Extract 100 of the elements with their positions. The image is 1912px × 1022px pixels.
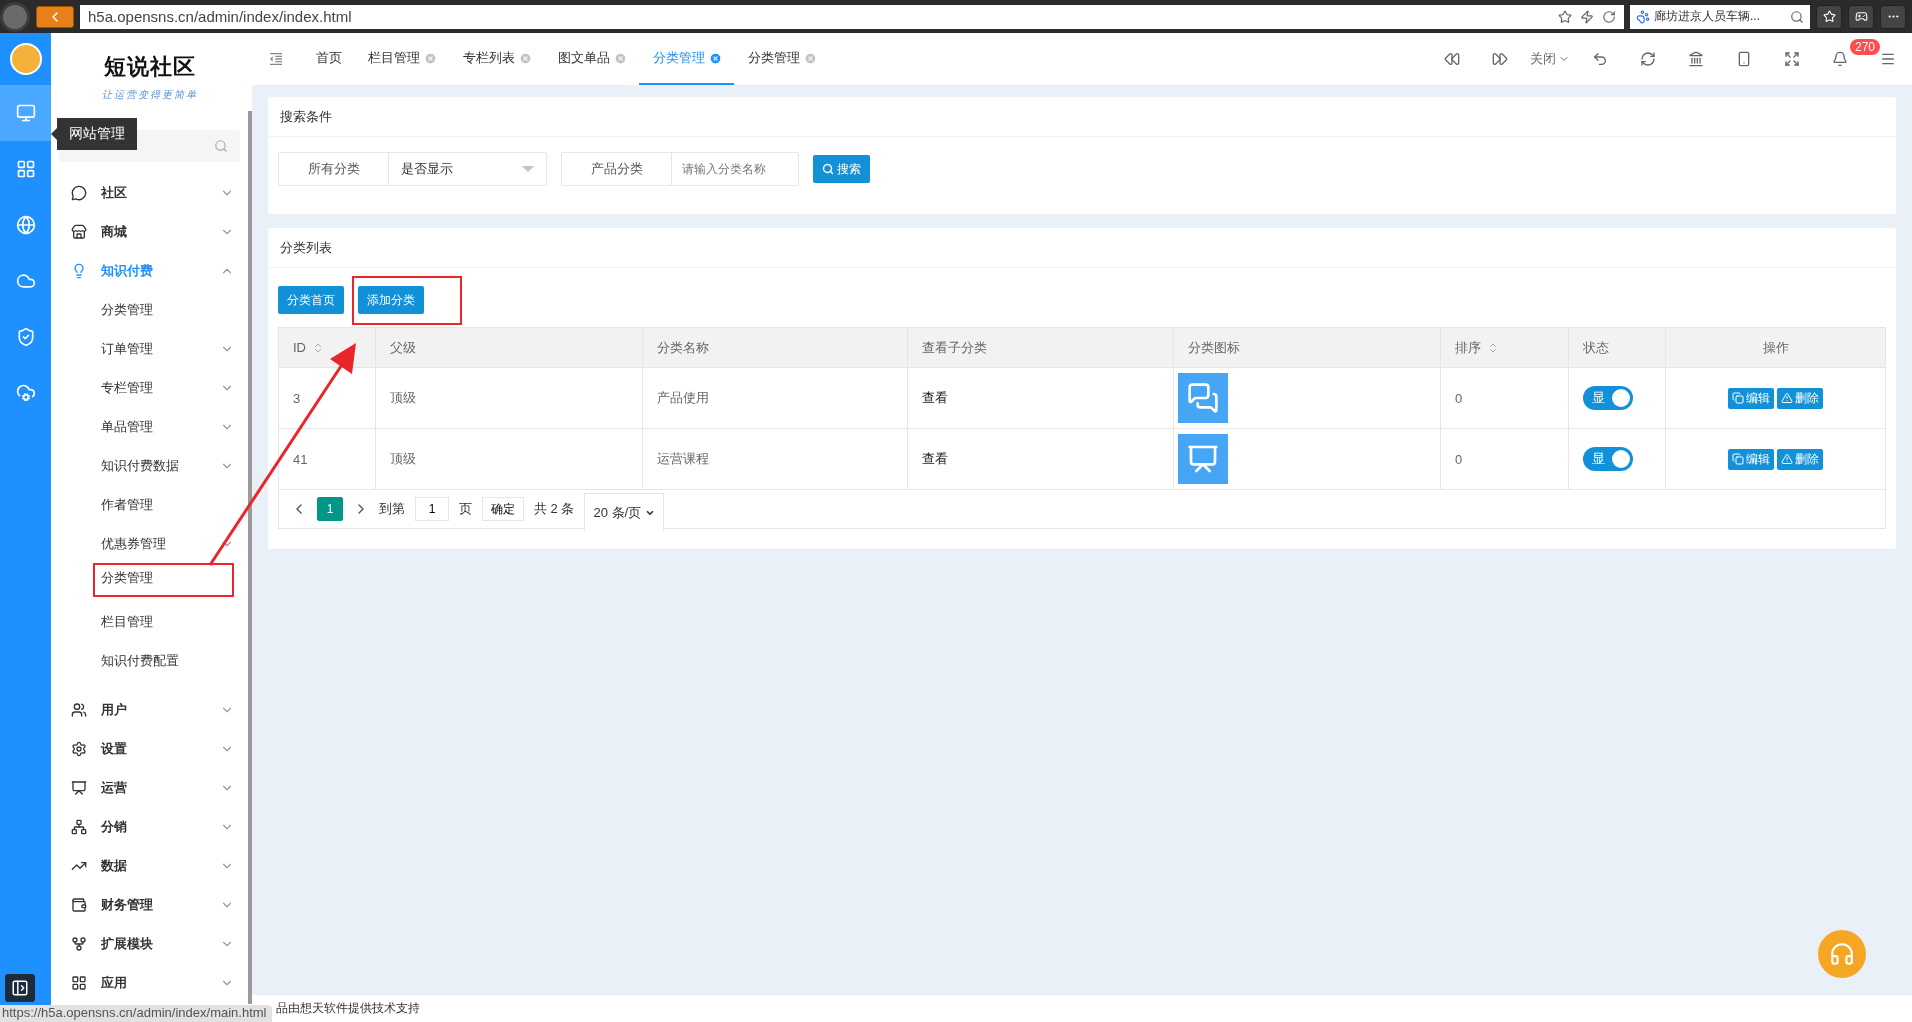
- globe-icon: [15, 215, 36, 235]
- tab[interactable]: 图文单品: [544, 33, 639, 85]
- favorites-button[interactable]: [1816, 4, 1842, 29]
- submenu-item[interactable]: 专栏管理: [51, 368, 248, 407]
- copy-icon: [1732, 392, 1744, 404]
- page-button[interactable]: 1: [317, 497, 343, 521]
- submenu-item[interactable]: 分类管理: [51, 290, 248, 329]
- cloud-icon: [15, 271, 36, 291]
- table-cell: 顶级: [376, 429, 643, 489]
- menu-item[interactable]: 分销: [51, 807, 248, 846]
- menu-item[interactable]: 应用: [51, 963, 248, 1002]
- refresh-icon: [1640, 51, 1656, 67]
- presentation-icon: [1178, 434, 1228, 484]
- close-icon[interactable]: [804, 51, 817, 65]
- confirm-button[interactable]: 确定: [482, 497, 524, 521]
- view-link[interactable]: 查看: [922, 389, 948, 407]
- phone-icon: [1736, 51, 1752, 67]
- submenu-item[interactable]: 单品管理: [51, 407, 248, 446]
- bookmark-icon[interactable]: [1558, 9, 1572, 24]
- browser-search-field[interactable]: 廊坊进京人员车辆...: [1630, 4, 1810, 29]
- column-header: 分类图标: [1174, 328, 1441, 367]
- sort-icon[interactable]: [1487, 341, 1499, 354]
- footer-text: 品由想天软件提供技术支持: [276, 1000, 420, 1017]
- headset-icon: [1829, 941, 1855, 967]
- menu-item[interactable]: 财务管理: [51, 885, 248, 924]
- table-cell: 产品使用: [643, 368, 908, 428]
- page-unit-label: 页: [459, 500, 472, 518]
- logo-slogan: 让运营变得更简单: [101, 87, 198, 102]
- tab[interactable]: 专栏列表: [449, 33, 544, 85]
- close-menu-button[interactable]: 关闭: [1524, 33, 1576, 85]
- submenu-item[interactable]: 作者管理: [51, 485, 248, 524]
- back-button[interactable]: [36, 5, 74, 28]
- reload-icon[interactable]: [1602, 9, 1616, 24]
- submenu-item[interactable]: 优惠券管理: [51, 524, 248, 563]
- panel-open-icon: [11, 979, 29, 997]
- tooltip: 网站管理: [51, 118, 137, 150]
- table-cell: 顶级: [376, 368, 643, 428]
- menu-item[interactable]: 设置: [51, 729, 248, 768]
- submenu-item[interactable]: 栏目管理: [51, 602, 248, 641]
- category-select[interactable]: 所有分类 是否显示: [278, 152, 547, 186]
- address-bar[interactable]: h5a.opensns.cn/admin/index/index.html: [80, 4, 1624, 29]
- menu-item[interactable]: 用户: [51, 690, 248, 729]
- column-header[interactable]: 排序: [1441, 328, 1569, 367]
- page-size-select[interactable]: 20 条/页: [584, 493, 665, 531]
- submenu-label: 分类管理: [101, 569, 154, 587]
- warning-icon: [1781, 453, 1793, 465]
- monitor-icon: [15, 103, 36, 123]
- search-text: 廊坊进京人员车辆...: [1654, 8, 1760, 25]
- menu-item[interactable]: 商城: [51, 212, 248, 251]
- star-icon: [1822, 10, 1836, 23]
- logo-title: 短说社区: [103, 52, 196, 81]
- copy-icon: [1732, 453, 1744, 465]
- table-cell: 41: [279, 429, 376, 489]
- submenu-item[interactable]: 订单管理: [51, 329, 248, 368]
- close-icon[interactable]: [519, 51, 532, 65]
- gamepad-icon: [1854, 10, 1868, 23]
- view-link[interactable]: 查看: [922, 450, 948, 468]
- status-url: https://h5a.opensns.cn/admin/index/main.html: [0, 1005, 273, 1022]
- gamepad-button[interactable]: [1848, 4, 1874, 29]
- cloud-gear-icon: [15, 383, 36, 403]
- grid-icon: [15, 159, 36, 179]
- menu-item[interactable]: 扩展模块: [51, 924, 248, 963]
- caret-icon: [522, 166, 534, 172]
- close-icon[interactable]: [614, 51, 627, 65]
- total-count: 共 2 条: [534, 500, 575, 518]
- column-header: 分类名称: [643, 328, 908, 367]
- name-field[interactable]: 产品分类 请输入分类名称: [561, 152, 799, 186]
- more-button[interactable]: [1880, 4, 1906, 29]
- panel-toggle-button[interactable]: [5, 974, 35, 1002]
- fullscreen-icon: [1784, 51, 1800, 67]
- submenu-item[interactable]: 知识付费配置: [51, 641, 248, 680]
- building-icon: [1688, 51, 1704, 67]
- sort-icon[interactable]: [312, 341, 324, 354]
- notification-badge: 270: [1849, 39, 1880, 55]
- card-title: 分类列表: [268, 228, 1896, 268]
- submenu-item[interactable]: 分类管理: [51, 563, 248, 602]
- column-header: 操作: [1761, 338, 1790, 357]
- close-icon[interactable]: [424, 51, 437, 65]
- menu-item[interactable]: 数据: [51, 846, 248, 885]
- submenu-item[interactable]: 知识付费数据: [51, 446, 248, 485]
- tab[interactable]: 栏目管理: [354, 33, 449, 85]
- undo-icon: [1592, 51, 1608, 67]
- scrollbar[interactable]: [248, 111, 252, 1004]
- tab[interactable]: 首页: [302, 33, 354, 85]
- close-icon[interactable]: [709, 51, 722, 65]
- tab[interactable]: 分类管理: [734, 33, 829, 85]
- table-cell: 0: [1441, 368, 1569, 428]
- search-icon: [214, 139, 228, 153]
- menu-item[interactable]: 运营: [51, 768, 248, 807]
- fast-forward-icon: [1492, 51, 1508, 67]
- paw-icon: [1636, 9, 1650, 24]
- browser-logo[interactable]: [0, 1, 30, 32]
- search-icon[interactable]: [1790, 9, 1804, 24]
- menu-item[interactable]: 社区: [51, 173, 248, 212]
- chat-icon: [1178, 373, 1228, 423]
- table-cell: 运营课程: [643, 429, 908, 489]
- page-input[interactable]: 1: [415, 497, 449, 521]
- lightning-icon[interactable]: [1580, 9, 1594, 24]
- column-header: 父级: [376, 328, 643, 367]
- column-header: 查看子分类: [908, 328, 1174, 367]
